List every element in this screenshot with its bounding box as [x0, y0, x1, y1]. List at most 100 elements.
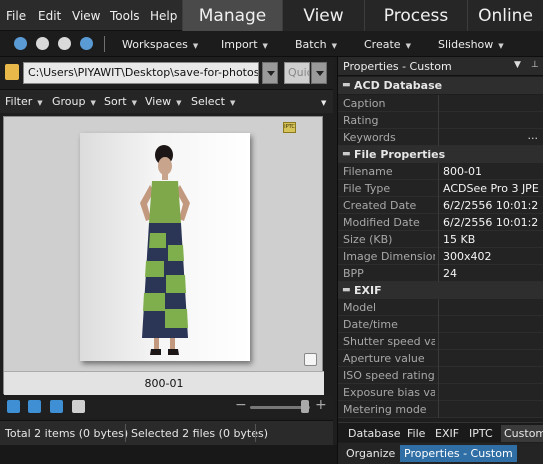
property-row[interactable]: Model	[338, 299, 543, 316]
panel-menu-icon[interactable]: ▼	[514, 60, 521, 70]
property-row[interactable]: Rating	[338, 112, 543, 129]
property-row[interactable]: Date/time	[338, 316, 543, 333]
chevron-down-icon: ▼	[90, 99, 96, 107]
status-divider	[125, 424, 126, 442]
panel-bottom-tabs: Organize Properties - Custom	[338, 443, 543, 464]
zoom-slider-handle[interactable]	[301, 400, 309, 413]
filter-bar-overflow-icon[interactable]: ▼	[321, 99, 326, 107]
thumbnail-caption: 800-01	[4, 371, 324, 395]
menu-bar: File Edit View Tools Help Manage View Pr…	[0, 0, 543, 31]
file-list-pane: IPTC 800-01	[3, 116, 324, 395]
home-icon[interactable]	[14, 37, 27, 50]
status-selected: Selected 2 files (0 bytes)	[131, 427, 269, 440]
section-acd-database[interactable]: ▬ ACD Database	[338, 77, 543, 94]
property-row[interactable]: Image Dimensions 300x402	[338, 248, 543, 265]
chevron-down-icon: ▼	[229, 99, 236, 107]
panel-header: Properties - Custom ▼ ⊥	[338, 57, 543, 76]
property-row[interactable]: Filename 800-01	[338, 163, 543, 180]
chevron-down-icon: ▼	[331, 42, 338, 50]
slideshow-menu[interactable]: Slideshow ▼	[438, 38, 504, 51]
zoom-out-icon[interactable]: −	[235, 397, 247, 413]
pin-icon[interactable]: ⊥	[531, 60, 539, 70]
tab-database[interactable]: Database	[348, 427, 401, 440]
status-total: Total 2 items (0 bytes)	[5, 427, 129, 440]
collapse-icon: ▬	[342, 149, 351, 159]
import-menu[interactable]: Import ▼	[221, 38, 268, 51]
status-divider	[255, 424, 256, 442]
thumbnail-image	[80, 133, 250, 361]
mode-tab-process[interactable]: Process	[364, 0, 467, 31]
toolbar-divider	[104, 36, 105, 52]
keywords-edit-button[interactable]: ...	[528, 129, 539, 142]
chevron-down-icon: ▼	[131, 99, 137, 107]
quick-search-input[interactable]: Quick Search	[284, 62, 310, 84]
batch-menu[interactable]: Batch ▼	[295, 38, 337, 51]
menu-edit[interactable]: Edit	[38, 9, 61, 23]
menu-help[interactable]: Help	[150, 9, 177, 23]
chevron-down-icon: ▼	[498, 42, 504, 50]
thumbnail-checkbox[interactable]	[304, 353, 317, 366]
mode-tab-view[interactable]: View	[282, 0, 364, 31]
mode-tab-manage[interactable]: Manage	[182, 0, 282, 31]
menu-view[interactable]: View	[72, 9, 100, 23]
mode-tab-online[interactable]: Online	[467, 0, 543, 31]
property-row[interactable]: Modified Date 6/2/2556 10:01:22	[338, 214, 543, 231]
chevron-down-icon: ▼	[262, 42, 268, 50]
workspaces-menu[interactable]: Workspaces ▼	[122, 38, 198, 51]
tab-iptc[interactable]: IPTC	[469, 427, 493, 440]
location-bar: C:\Users\PIYAWIT\Desktop\save-for-photos…	[0, 57, 333, 89]
menu-file[interactable]: File	[6, 9, 26, 23]
section-file-properties[interactable]: ▬ File Properties	[338, 146, 543, 163]
rotate-image-icon[interactable]	[7, 400, 20, 413]
iptc-icon: IPTC	[283, 122, 296, 133]
path-input[interactable]: C:\Users\PIYAWIT\Desktop\save-for-photos	[23, 62, 259, 84]
chevron-down-icon: ▼	[176, 99, 182, 107]
collapse-icon: ▬	[342, 80, 351, 90]
property-row[interactable]: Caption	[338, 95, 543, 112]
panel-title: Properties - Custom	[343, 60, 452, 73]
zoom-in-icon[interactable]: +	[315, 397, 327, 413]
path-dropdown-button[interactable]	[262, 62, 278, 84]
property-row[interactable]: Metering mode	[338, 401, 543, 418]
browser-bottom-toolbar: − +	[0, 396, 333, 418]
property-row[interactable]: Keywords...	[338, 129, 543, 146]
quick-search-dropdown-button[interactable]	[311, 62, 327, 84]
property-row[interactable]: Shutter speed value	[338, 333, 543, 350]
tab-exif[interactable]: EXIF	[435, 427, 459, 440]
collapse-icon: ▬	[342, 285, 351, 295]
rotate-right-icon[interactable]	[50, 400, 63, 413]
status-bar: Total 2 items (0 bytes) Selected 2 files…	[0, 420, 333, 445]
view-menu[interactable]: View ▼	[145, 95, 182, 108]
tab-properties-custom[interactable]: Properties - Custom	[400, 445, 517, 462]
rotate-left-icon[interactable]	[28, 400, 41, 413]
filter-menu[interactable]: Filter ▼	[5, 95, 43, 108]
properties-panel: Properties - Custom ▼ ⊥ ▬ ACD Database C…	[337, 57, 543, 464]
select-menu[interactable]: Select ▼	[191, 95, 235, 108]
up-folder-icon[interactable]	[80, 37, 93, 50]
property-row[interactable]: File Type ACDSee Pro 3 JPEG	[338, 180, 543, 197]
main-toolbar: Workspaces ▼ Import ▼ Batch ▼ Create ▼ Slide…	[0, 31, 543, 57]
forward-icon[interactable]	[58, 37, 71, 50]
chevron-down-icon: ▼	[37, 99, 43, 107]
property-row[interactable]: Exposure bias value	[338, 384, 543, 401]
menu-tools[interactable]: Tools	[110, 9, 140, 23]
tab-organize[interactable]: Organize	[342, 445, 399, 462]
tab-file[interactable]: File	[407, 427, 425, 440]
view-mode-icon[interactable]	[72, 400, 85, 413]
tab-custom[interactable]: Custom	[501, 425, 543, 442]
create-menu[interactable]: Create ▼	[364, 38, 411, 51]
back-icon[interactable]	[36, 37, 49, 50]
property-row[interactable]: Size (KB) 15 KB	[338, 231, 543, 248]
filter-bar: Filter ▼ Group ▼ Sort ▼ View ▼ Select ▼ ▼	[0, 89, 333, 113]
property-row[interactable]: Aperture value	[338, 350, 543, 367]
group-menu[interactable]: Group ▼	[52, 95, 96, 108]
sort-menu[interactable]: Sort ▼	[104, 95, 137, 108]
property-row[interactable]: ISO speed ratings	[338, 367, 543, 384]
property-row[interactable]: Created Date 6/2/2556 10:01:22	[338, 197, 543, 214]
section-exif[interactable]: ▬ EXIF	[338, 282, 543, 299]
property-row[interactable]: BPP 24	[338, 265, 543, 282]
thumbnail[interactable]	[80, 133, 250, 361]
properties-tabs: Database File EXIF IPTC Custom	[338, 422, 543, 442]
chevron-down-icon: ▼	[405, 42, 411, 50]
photo-figure-illustration	[140, 145, 190, 355]
